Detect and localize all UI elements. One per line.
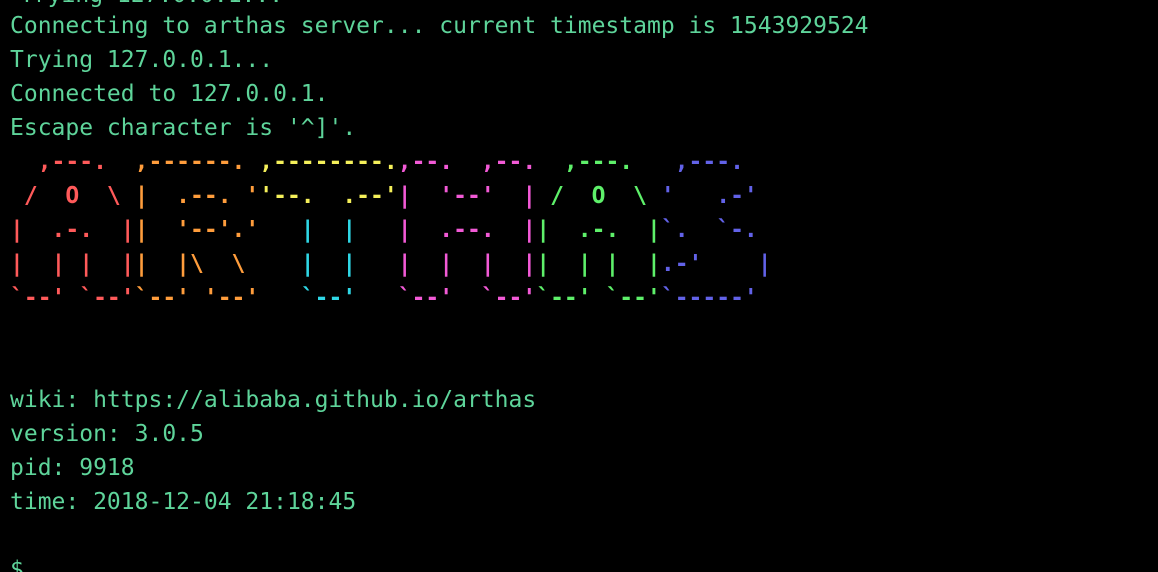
output-line: Connected to 127.0.0.1.	[10, 81, 329, 107]
banner-segment-red: / O \	[10, 183, 135, 209]
banner-segment-blue: `. `-.	[660, 217, 758, 243]
banner-segment-red: ,---.	[10, 149, 135, 175]
banner-segment-green: | | | |	[536, 251, 661, 277]
banner-segment-pink: | | | |	[397, 251, 537, 277]
banner-segment-blue: .-' |	[660, 251, 772, 277]
banner-segment-green: | .-. |	[536, 217, 661, 243]
banner-segment-orange: ,------.	[134, 149, 260, 175]
pid-line: pid: 9918	[10, 455, 135, 481]
banner-segment-green: ,---.	[563, 149, 675, 175]
version-line: version: 3.0.5	[10, 421, 204, 447]
banner-segment-blue: `-----'	[660, 285, 758, 311]
banner-row: | .-. || '--'.' | | | .--. || .-. |`. `-…	[10, 213, 1158, 247]
banner-segment-red: | | | |	[10, 251, 135, 277]
banner-row: `--' `--'`--' '--' `--' `--' `--'`--' `-…	[10, 281, 1158, 315]
banner-segment-blue: ,---.	[674, 149, 744, 175]
banner-segment-orange: `--' '--'	[134, 285, 274, 311]
banner-segment-orange: | |\ \	[134, 251, 274, 277]
banner-segment-red: `--' `--'	[10, 285, 135, 311]
banner-segment-pink: | '--' |	[397, 183, 551, 209]
banner-segment-red: | .-. |	[10, 217, 135, 243]
cutoff-line: Trying 127.0.0.1...	[20, 0, 283, 12]
banner-segment-cyan: | |	[273, 217, 398, 243]
time-line: time: 2018-12-04 21:18:45	[10, 489, 357, 515]
banner-segment-orange: | '--'.'	[134, 217, 274, 243]
banner-segment-green: / O \	[550, 183, 661, 209]
banner-row: | | | || |\ \ | | | | | || | | |.-' |	[10, 247, 1158, 281]
arthas-ascii-banner: ,---. ,------. ,--------.,--. ,--. ,---.…	[10, 145, 1158, 315]
wiki-line: wiki: https://alibaba.github.io/arthas	[10, 387, 537, 413]
banner-segment-green: `--' `--'	[536, 285, 661, 311]
banner-segment-yellow: ,--------.	[259, 149, 398, 175]
banner-segment-pink: `--' `--'	[397, 285, 537, 311]
terminal-window[interactable]: Trying 127.0.0.1... Connecting to arthas…	[0, 0, 1158, 572]
banner-segment-orange: | .--. '	[134, 183, 260, 209]
output-line: Trying 127.0.0.1...	[10, 47, 274, 73]
banner-segment-yellow: '--. .--'	[259, 183, 398, 209]
banner-segment-pink: ,--. ,--.	[397, 149, 564, 175]
banner-segment-pink: | .--. |	[397, 217, 537, 243]
banner-segment-blue: ' .-'	[660, 183, 758, 209]
banner-row: / O \ | .--. ''--. .--'| '--' | / O \ ' …	[10, 179, 1158, 213]
output-line: Connecting to arthas server... current t…	[10, 13, 869, 39]
output-line: Escape character is '^]'.	[10, 115, 357, 141]
banner-row: ,---. ,------. ,--------.,--. ,--. ,---.…	[10, 145, 1158, 179]
banner-segment-cyan: | |	[273, 251, 398, 277]
banner-segment-cyan: `--'	[273, 285, 398, 311]
shell-prompt[interactable]: $	[10, 553, 1158, 572]
